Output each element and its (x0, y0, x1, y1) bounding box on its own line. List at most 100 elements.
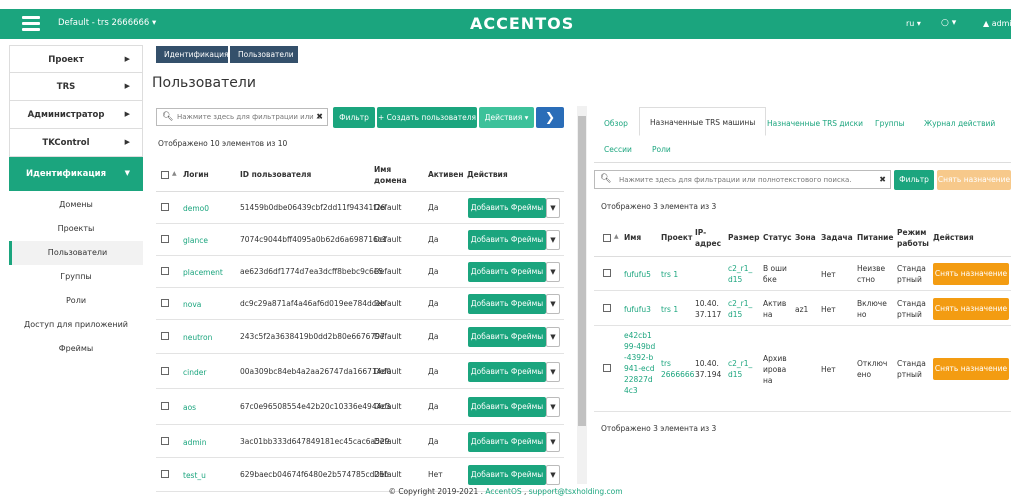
dropdown-toggle-button[interactable]: ▼ (546, 198, 560, 218)
dropdown-toggle-button[interactable]: ▼ (546, 397, 560, 417)
select-all-checkbox[interactable] (161, 171, 169, 179)
col-size[interactable]: Размер (728, 233, 760, 242)
tab-4[interactable]: Журнал действий (924, 119, 995, 128)
scrollbar[interactable] (577, 106, 587, 484)
machine-size-link[interactable]: c2_r1_d15 (728, 358, 756, 380)
sidebar-subitem-2[interactable]: Пользователи (9, 241, 143, 265)
sidebar-subitem-5[interactable]: Доступ для приложений (9, 313, 143, 337)
remove-assignment-button[interactable]: Снять назначение (933, 263, 1009, 285)
dropdown-toggle-button[interactable]: ▼ (546, 432, 560, 452)
col-domain[interactable]: Имя домена (374, 164, 418, 186)
machine-name-link[interactable]: e42cb199-49bd-4392-b941-ecd22827d4c3 (624, 330, 656, 396)
dropdown-toggle-button[interactable]: ▼ (546, 230, 560, 250)
col-project[interactable]: Проект (661, 233, 692, 242)
sidebar-subitem-1[interactable]: Проекты (9, 217, 143, 241)
dropdown-toggle-button[interactable]: ▼ (546, 262, 560, 282)
row-checkbox[interactable] (603, 304, 611, 312)
col-mode[interactable]: Режим работы (897, 227, 929, 249)
next-arrow-button[interactable]: ❯ (536, 107, 564, 128)
add-frames-button[interactable]: Добавить Фреймы (468, 198, 546, 218)
add-frames-button[interactable]: Добавить Фреймы (468, 465, 546, 485)
user-login-link[interactable]: neutron (183, 332, 219, 343)
project-selector[interactable]: Default - trs 2666666 ▾ (58, 18, 156, 28)
col-login[interactable]: Логин (183, 170, 209, 179)
actions-button[interactable]: Действия ▾ (479, 107, 534, 128)
col-user-id[interactable]: ID пользователя (240, 170, 311, 179)
col-power[interactable]: Питание (857, 233, 893, 242)
user-login-link[interactable]: test_u (183, 470, 219, 481)
sidebar-item-4[interactable]: Идентификация ▼ (9, 157, 143, 191)
sidebar-item-1[interactable]: TRS ▶ (9, 73, 143, 101)
sort-icon[interactable]: ▲ (614, 233, 619, 240)
add-frames-button[interactable]: Добавить Фреймы (468, 362, 546, 382)
col-status[interactable]: Статус (763, 233, 792, 242)
user-login-link[interactable]: nova (183, 299, 219, 310)
users-filter-input[interactable]: 🔍︎ Нажмите здесь для фильтрации или ... … (156, 108, 328, 126)
add-frames-button[interactable]: Добавить Фреймы (468, 230, 546, 250)
machine-name-link[interactable]: fufufu3 (624, 304, 656, 315)
col-name[interactable]: Имя (624, 233, 641, 242)
filter-button-right[interactable]: Фильтр (894, 170, 934, 190)
machine-name-link[interactable]: fufufu5 (624, 269, 656, 280)
add-frames-button[interactable]: Добавить Фреймы (468, 432, 546, 452)
user-menu[interactable]: ▲ admi (983, 19, 1011, 28)
machine-size-link[interactable]: c2_r1_d15 (728, 298, 756, 320)
remove-assignment-button-disabled[interactable]: Снять назначение (937, 170, 1011, 190)
status-menu[interactable]: ○ ▾ (941, 18, 956, 28)
machine-size-link[interactable]: c2_r1_d15 (728, 263, 756, 285)
dropdown-toggle-button[interactable]: ▼ (546, 362, 560, 382)
tab-5[interactable]: Сессии (604, 145, 632, 154)
sidebar-item-0[interactable]: Проект ▶ (9, 45, 143, 73)
add-frames-button[interactable]: Добавить Фреймы (468, 327, 546, 347)
sidebar-item-2[interactable]: Администратор ▶ (9, 101, 143, 129)
col-ip[interactable]: IP-адрес (695, 227, 721, 249)
tab-0[interactable]: Обзор (604, 119, 628, 128)
machine-project-link[interactable]: trs 1 (661, 304, 691, 315)
tab-1[interactable]: Назначенные TRS машины (639, 107, 767, 136)
user-login-link[interactable]: demo0 (183, 203, 219, 214)
create-user-button[interactable]: + Создать пользователя (377, 107, 477, 128)
sidebar-subitem-6[interactable]: Фреймы (9, 337, 143, 361)
sidebar-subitem-0[interactable]: Домены (9, 193, 143, 217)
tab-3[interactable]: Группы (875, 119, 905, 128)
row-checkbox[interactable] (161, 402, 169, 410)
row-checkbox[interactable] (161, 267, 169, 275)
clear-icon[interactable]: ✖ (316, 112, 323, 121)
user-login-link[interactable]: cinder (183, 367, 219, 378)
dropdown-toggle-button[interactable]: ▼ (546, 465, 560, 485)
machines-filter-input[interactable]: 🔍︎ Нажмите здесь для фильтрации или полн… (594, 170, 891, 189)
machine-project-link[interactable]: trs 1 (661, 269, 691, 280)
add-frames-button[interactable]: Добавить Фреймы (468, 397, 546, 417)
col-zone[interactable]: Зона (795, 233, 816, 242)
tab-6[interactable]: Роли (652, 145, 671, 154)
row-checkbox[interactable] (161, 470, 169, 478)
add-frames-button[interactable]: Добавить Фреймы (468, 294, 546, 314)
breadcrumb-identification[interactable]: Идентификация (156, 46, 228, 63)
sort-icon[interactable]: ▲ (172, 170, 177, 177)
tab-2[interactable]: Назначенные TRS диски (767, 119, 863, 128)
row-checkbox[interactable] (161, 437, 169, 445)
row-checkbox[interactable] (161, 235, 169, 243)
machine-project-link[interactable]: trs 2666666 (661, 358, 694, 380)
remove-assignment-button[interactable]: Снять назначение (933, 298, 1009, 320)
col-task[interactable]: Задача (821, 233, 853, 242)
user-login-link[interactable]: glance (183, 235, 219, 246)
row-checkbox[interactable] (161, 332, 169, 340)
filter-button[interactable]: Фильтр (333, 107, 375, 128)
sidebar-subitem-4[interactable]: Роли (9, 289, 143, 313)
row-checkbox[interactable] (161, 367, 169, 375)
dropdown-toggle-button[interactable]: ▼ (546, 294, 560, 314)
language-selector[interactable]: ru ▾ (906, 19, 921, 28)
clear-icon[interactable]: ✖ (879, 175, 886, 184)
row-checkbox[interactable] (603, 364, 611, 372)
menu-icon[interactable] (22, 16, 40, 32)
add-frames-button[interactable]: Добавить Фреймы (468, 262, 546, 282)
user-login-link[interactable]: placement (183, 267, 223, 278)
row-checkbox[interactable] (603, 269, 611, 277)
row-checkbox[interactable] (161, 203, 169, 211)
col-active[interactable]: Активен (428, 170, 464, 179)
sidebar-subitem-3[interactable]: Группы (9, 265, 143, 289)
dropdown-toggle-button[interactable]: ▼ (546, 327, 560, 347)
user-login-link[interactable]: admin (183, 437, 219, 448)
sidebar-item-3[interactable]: TKControl ▶ (9, 129, 143, 157)
